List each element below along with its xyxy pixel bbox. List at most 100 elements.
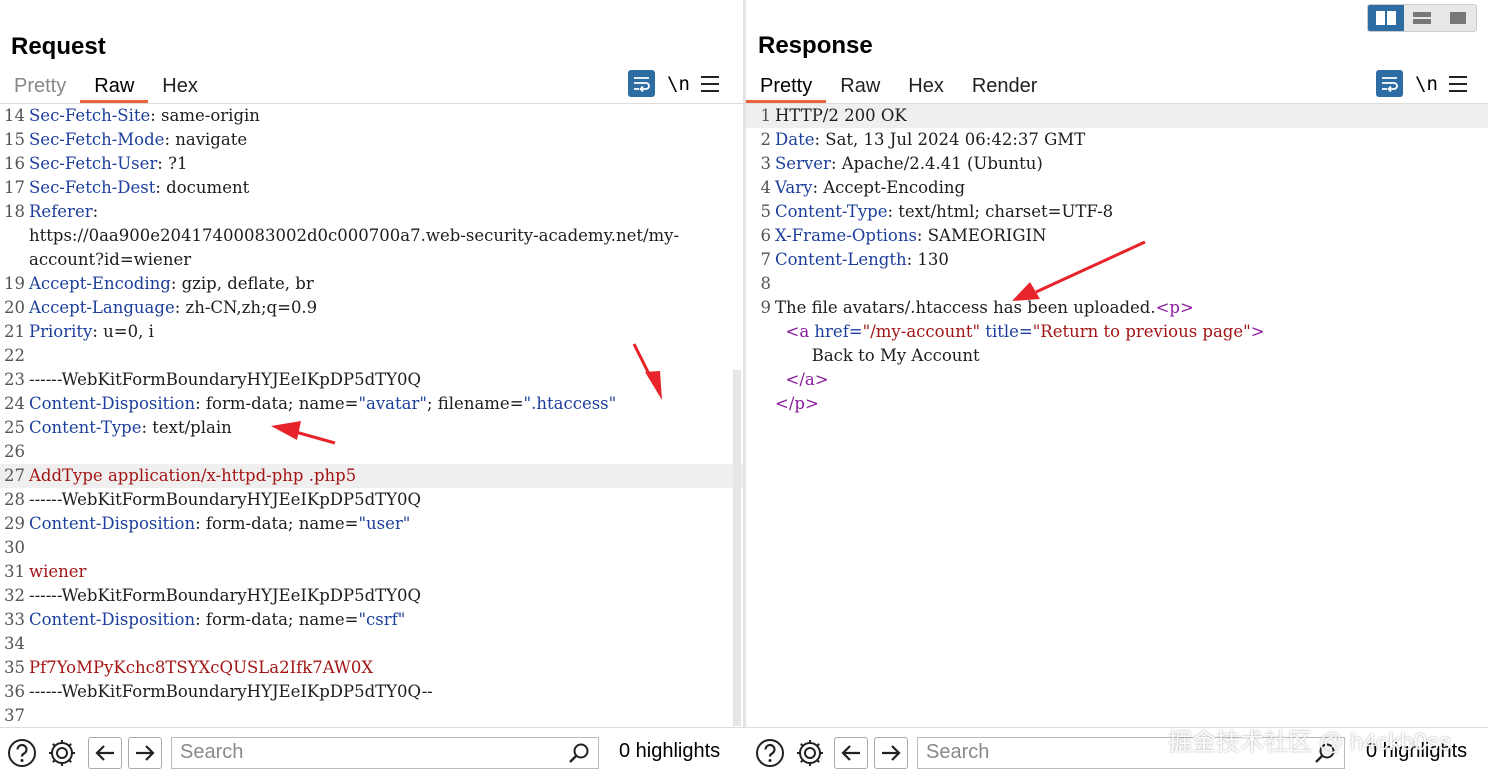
- code-line[interactable]: 26: [0, 440, 743, 464]
- line-number: 27: [4, 466, 25, 485]
- code-line[interactable]: 37: [0, 704, 743, 726]
- menu-icon[interactable]: [701, 75, 719, 92]
- back-arrow-icon[interactable]: [834, 737, 868, 769]
- body-text: Pf7YoMPyKchc8TSYXcQUSLa2Ifk7AW0X: [29, 658, 374, 677]
- code-line[interactable]: 23 ------WebKitFormBoundaryHYJEeIKpDP5dTY…: [0, 368, 743, 392]
- line-number: 20: [4, 298, 25, 317]
- code-line[interactable]: 32 ------WebKitFormBoundaryHYJEeIKpDP5dTY…: [0, 584, 743, 608]
- tab-raw[interactable]: Raw: [80, 72, 149, 103]
- code-line[interactable]: 35 Pf7YoMPyKchc8TSYXcQUSLa2Ifk7AW0X: [0, 656, 743, 680]
- code-text: Back to My Account: [775, 346, 980, 365]
- tab-raw[interactable]: Raw: [826, 72, 894, 100]
- gear-icon[interactable]: [794, 737, 826, 769]
- newline-toggle[interactable]: \n: [1415, 73, 1438, 95]
- tab-hex[interactable]: Hex: [148, 72, 212, 100]
- word-wrap-icon[interactable]: [1376, 70, 1403, 97]
- header-value: same-origin: [155, 106, 260, 125]
- code-line[interactable]: 6 X-Frame-Options: SAMEORIGIN: [746, 224, 1488, 248]
- response-editor[interactable]: 1 HTTP/2 200 OK 2 Date: Sat, 13 Jul 2024 06…: [746, 104, 1488, 726]
- html-attr-value: "Return to previous page": [1032, 322, 1251, 341]
- line-number: 7: [760, 250, 772, 269]
- search-input[interactable]: [172, 738, 548, 766]
- code-line[interactable]: 19 Accept-Encoding: gzip, deflate, br: [0, 272, 743, 296]
- header-name: Content-Length: [775, 250, 907, 269]
- line-number: 9: [760, 298, 772, 317]
- code-line[interactable]: 20 Accept-Language: zh-CN,zh;q=0.9: [0, 296, 743, 320]
- code-line[interactable]: 4 Vary: Accept-Encoding: [746, 176, 1488, 200]
- code-line[interactable]: 5 Content-Type: text/html; charset=UTF-8: [746, 200, 1488, 224]
- side-by-side-layout-button[interactable]: [1368, 5, 1404, 31]
- header-name: Priority: [29, 322, 93, 341]
- code-line[interactable]: 17 Sec-Fetch-Dest: document: [0, 176, 743, 200]
- forward-arrow-icon[interactable]: [874, 737, 908, 769]
- code-line[interactable]: 15 Sec-Fetch-Mode: navigate: [0, 128, 743, 152]
- header-value: Accept-Encoding: [818, 178, 966, 197]
- tabbed-layout-button[interactable]: [1440, 5, 1476, 31]
- code-line[interactable]: 30: [0, 536, 743, 560]
- code-line[interactable]: https://0aa900e20417400083002d0c000700a7…: [0, 224, 743, 248]
- code-line[interactable]: 1 HTTP/2 200 OK: [746, 104, 1488, 128]
- header-value: text/html; charset=UTF-8: [893, 202, 1114, 221]
- code-line[interactable]: 28 ------WebKitFormBoundaryHYJEeIKpDP5dTY…: [0, 488, 743, 512]
- line-number: 22: [4, 346, 25, 365]
- forward-arrow-icon[interactable]: [128, 737, 162, 769]
- header-name: X-Frame-Options: [775, 226, 917, 245]
- search-icon[interactable]: [568, 742, 590, 769]
- code-line[interactable]: 27 AddType application/x-httpd-php .php5: [0, 464, 743, 488]
- menu-icon[interactable]: [1449, 75, 1467, 92]
- header-value: document: [160, 178, 250, 197]
- code-line[interactable]: 14 Sec-Fetch-Site: same-origin: [0, 104, 743, 128]
- code-line[interactable]: 16 Sec-Fetch-User: ?1: [0, 152, 743, 176]
- newline-toggle[interactable]: \n: [667, 73, 690, 95]
- back-arrow-icon[interactable]: [88, 737, 122, 769]
- code-line[interactable]: 7 Content-Length: 130: [746, 248, 1488, 272]
- header-name: Vary: [775, 178, 813, 197]
- tab-pretty[interactable]: Pretty: [746, 72, 827, 103]
- header-name: Referer: [29, 202, 93, 221]
- code-line[interactable]: 2 Date: Sat, 13 Jul 2024 06:42:37 GMT: [746, 128, 1488, 152]
- colon: :: [92, 202, 99, 221]
- help-icon[interactable]: [754, 737, 786, 769]
- tab-hex[interactable]: Hex: [894, 72, 958, 100]
- line-number: 16: [4, 154, 25, 173]
- header-name: Sec-Fetch-User: [29, 154, 158, 173]
- code-line[interactable]: </p>: [746, 392, 1488, 416]
- tab-render[interactable]: Render: [958, 72, 1052, 100]
- word-wrap-icon[interactable]: [628, 70, 655, 97]
- code-line[interactable]: 24 Content-Disposition: form-data; name="…: [0, 392, 743, 416]
- quoted-value: "user": [358, 514, 411, 533]
- code-line[interactable]: 3 Server: Apache/2.4.41 (Ubuntu): [746, 152, 1488, 176]
- code-line[interactable]: Back to My Account: [746, 344, 1488, 368]
- request-scrollbar[interactable]: [733, 370, 741, 726]
- layout-toggle: [1367, 4, 1477, 32]
- code-line[interactable]: 8: [746, 272, 1488, 296]
- stacked-layout-button[interactable]: [1404, 5, 1440, 31]
- code-line[interactable]: account?id=wiener: [0, 248, 743, 272]
- request-editor[interactable]: 14 Sec-Fetch-Site: same-origin 15 Sec-Fetch…: [0, 104, 743, 726]
- code-line[interactable]: 9 The file avatars/.htaccess has been upl…: [746, 296, 1488, 320]
- code-line[interactable]: 18 Referer:: [0, 200, 743, 224]
- code-line[interactable]: 34: [0, 632, 743, 656]
- code-line[interactable]: 22: [0, 344, 743, 368]
- code-line[interactable]: <a href="/my-account" title="Return to p…: [746, 320, 1488, 344]
- code-line[interactable]: 33 Content-Disposition: form-data; name="…: [0, 608, 743, 632]
- header-value: SAMEORIGIN: [922, 226, 1047, 245]
- line-number: 19: [4, 274, 25, 293]
- response-panel: Response Pretty Raw Hex Render \n 1 HTTP/…: [746, 0, 1488, 775]
- code-line[interactable]: </a>: [746, 368, 1488, 392]
- tab-pretty[interactable]: Pretty: [0, 72, 80, 100]
- code-line[interactable]: 31 wiener: [0, 560, 743, 584]
- body-text: AddType application/x-httpd-php .php5: [29, 466, 357, 485]
- code-line[interactable]: 29 Content-Disposition: form-data; name="…: [0, 512, 743, 536]
- header-value: form-data; name=: [200, 514, 359, 533]
- code-text: ------WebKitFormBoundaryHYJEeIKpDP5dTY0Q: [29, 586, 422, 605]
- code-line[interactable]: 36 ------WebKitFormBoundaryHYJEeIKpDP5dTY…: [0, 680, 743, 704]
- request-search-box: [171, 737, 599, 769]
- code-line[interactable]: 21 Priority: u=0, i: [0, 320, 743, 344]
- html-tag: </p>: [775, 394, 819, 413]
- help-icon[interactable]: [6, 737, 38, 769]
- gear-icon[interactable]: [46, 737, 78, 769]
- line-number: 6: [760, 226, 772, 245]
- code-line[interactable]: 25 Content-Type: text/plain: [0, 416, 743, 440]
- line-number: 4: [760, 178, 772, 197]
